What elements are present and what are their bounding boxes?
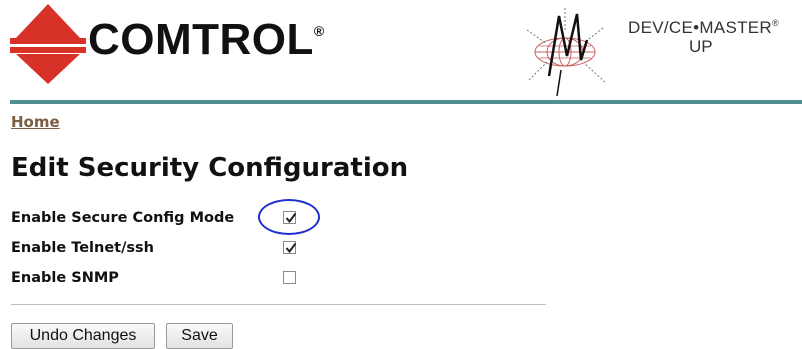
comtrol-arrow-logo-icon <box>10 4 86 84</box>
product-name: DEV/CE•MASTER® <box>628 18 779 38</box>
setting-label: Enable Telnet/ssh <box>11 240 154 256</box>
save-button[interactable]: Save <box>166 323 233 349</box>
undo-changes-button[interactable]: Undo Changes <box>11 323 155 349</box>
product-line2: UP <box>689 37 713 56</box>
home-link[interactable]: Home <box>11 113 60 131</box>
brand-registered-mark: ® <box>313 23 325 39</box>
header-divider <box>10 100 802 104</box>
comtrol-logo: COMTROL® <box>10 4 328 86</box>
setting-row-snmp: Enable SNMP <box>11 268 341 290</box>
product-line1: DEV/CE•MASTER <box>628 18 772 37</box>
setting-label: Enable SNMP <box>11 270 119 286</box>
highlight-ellipse <box>258 199 320 235</box>
devicemaster-logo: DEV/CE•MASTER® UP <box>527 0 802 100</box>
comtrol-wordmark: COMTROL® <box>88 18 325 62</box>
product-registered-mark: ® <box>771 18 779 28</box>
page-title: Edit Security Configuration <box>11 153 409 183</box>
setting-label: Enable Secure Config Mode <box>11 210 235 226</box>
devicemaster-globe-logo-icon <box>527 8 606 97</box>
page-header: COMTROL® DEV/CE•MASTER® UP <box>0 0 802 104</box>
setting-row-telnet-ssh: Enable Telnet/ssh <box>11 238 341 260</box>
brand-name: COMTROL <box>88 15 314 64</box>
form-divider <box>11 304 546 305</box>
snmp-checkbox[interactable] <box>283 271 296 284</box>
telnet-ssh-checkbox[interactable] <box>283 241 297 254</box>
check-icon <box>285 242 297 254</box>
